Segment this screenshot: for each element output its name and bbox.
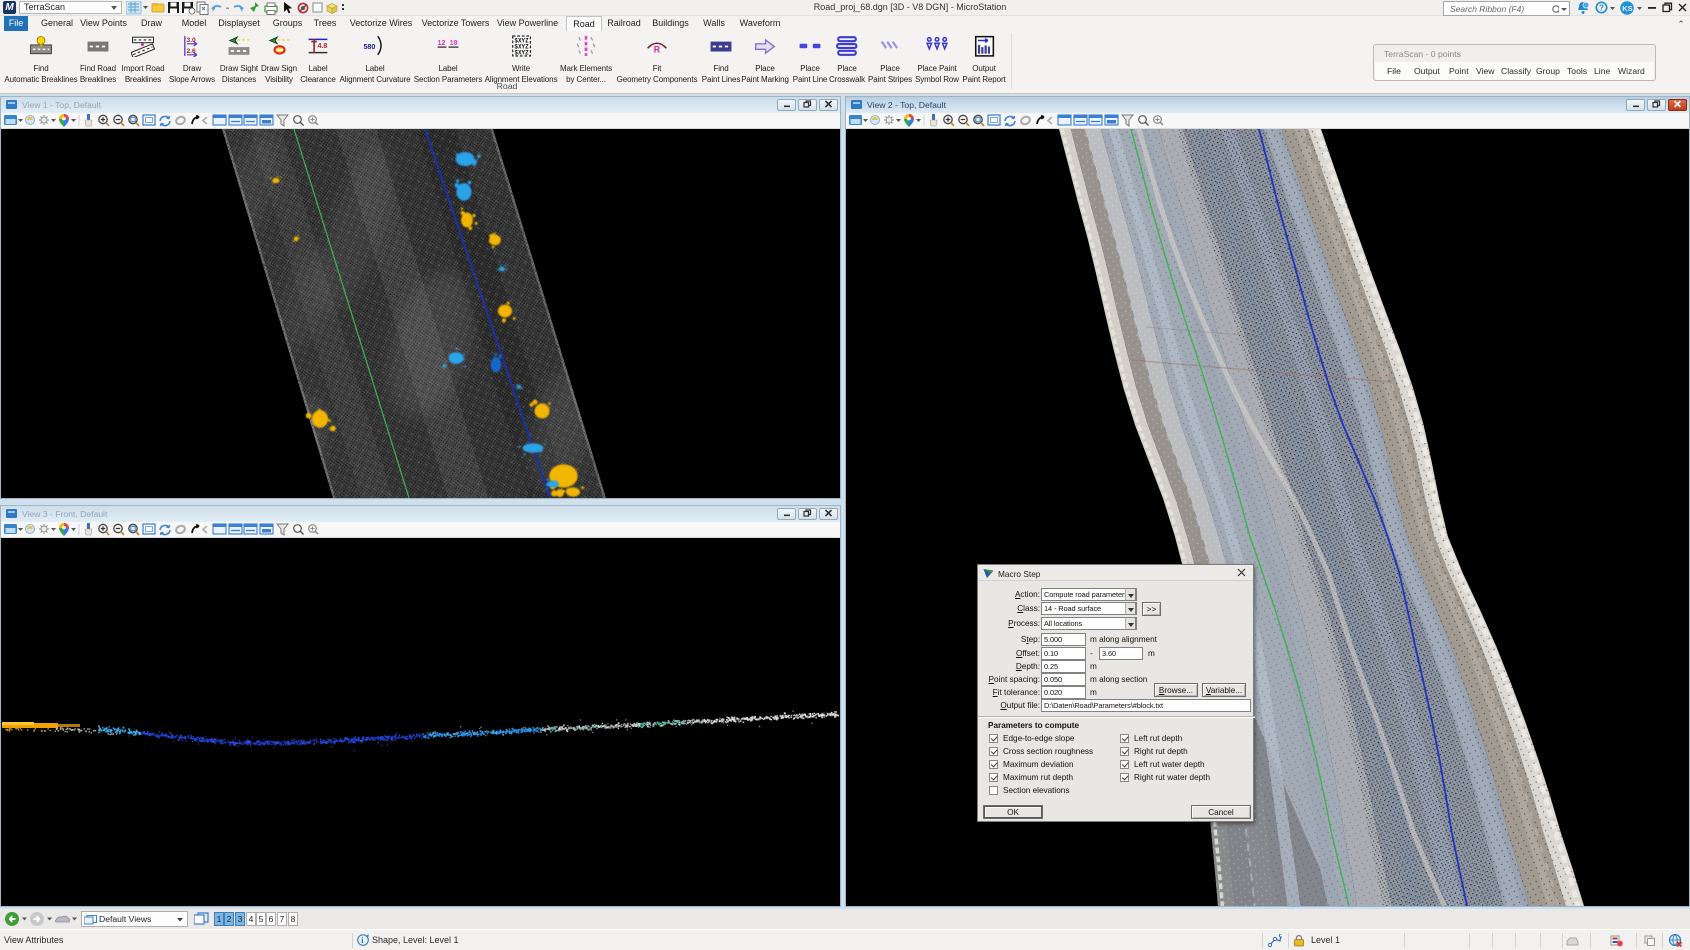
svg-text:?: ? bbox=[1599, 3, 1604, 12]
svg-text:580: 580 bbox=[363, 43, 375, 51]
svg-text:$XYZ: $XYZ bbox=[514, 50, 529, 57]
svg-text:12: 12 bbox=[438, 39, 446, 47]
svg-text:4.8: 4.8 bbox=[317, 42, 327, 50]
svg-text:3.0: 3.0 bbox=[187, 37, 196, 44]
svg-text:R: R bbox=[654, 45, 661, 55]
svg-text:18: 18 bbox=[450, 39, 458, 47]
svg-text:KS: KS bbox=[1622, 4, 1632, 13]
svg-text:2.6: 2.6 bbox=[187, 48, 196, 55]
